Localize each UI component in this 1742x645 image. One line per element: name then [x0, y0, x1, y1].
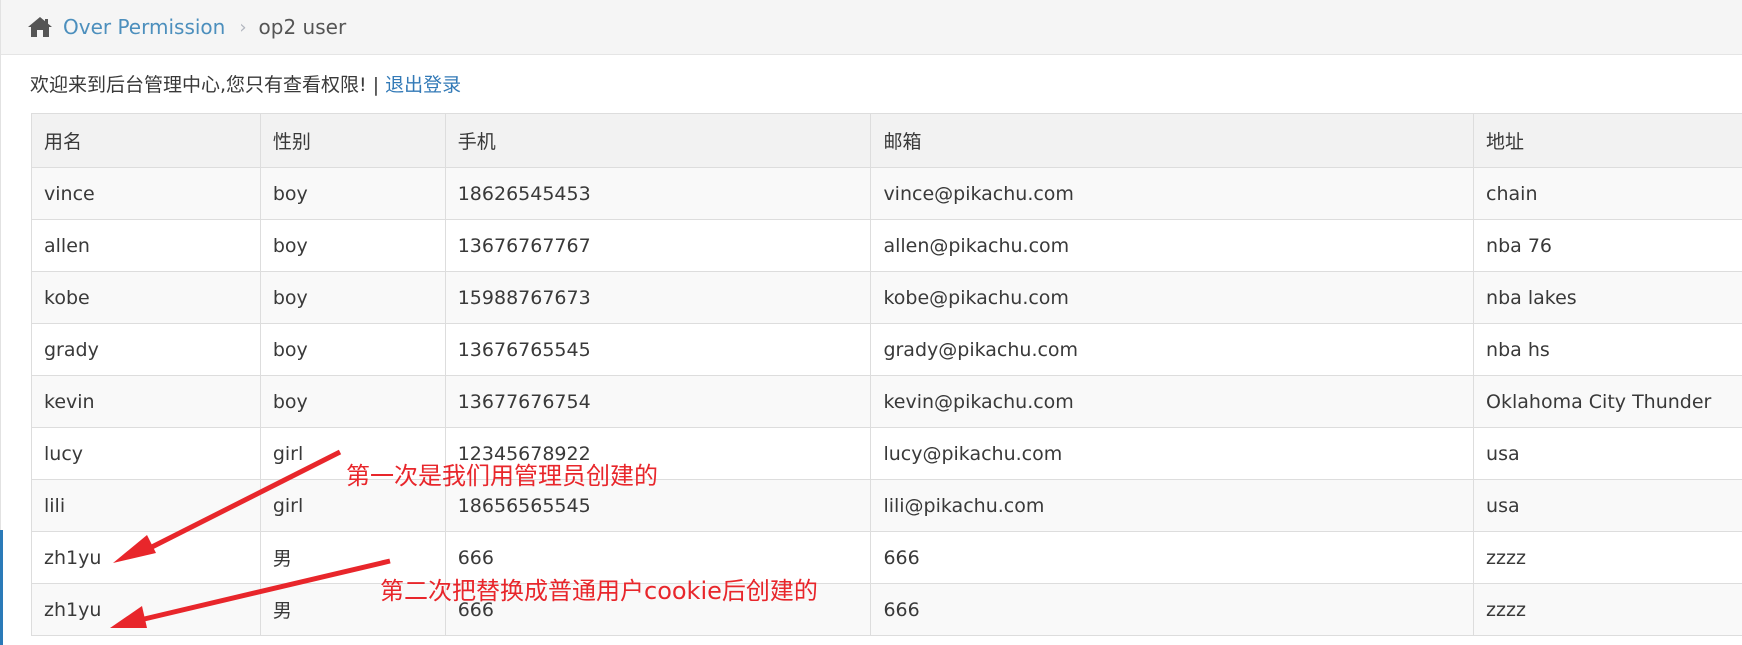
sidebar-active-indicator	[0, 530, 3, 645]
breadcrumb: Over Permission › op2 user	[1, 0, 1742, 55]
table-row: zh1yu 男 666 666 zzzz	[31, 583, 1742, 636]
cell-email: grady@pikachu.com	[870, 323, 1475, 376]
column-header-email: 邮箱	[870, 113, 1475, 168]
cell-email: lili@pikachu.com	[870, 479, 1475, 532]
cell-address: Oklahoma City Thunder	[1473, 375, 1742, 428]
chevron-right-icon: ›	[239, 16, 247, 38]
cell-address: nba lakes	[1473, 271, 1742, 324]
table-row: lucy girl 12345678922 lucy@pikachu.com u…	[31, 427, 1742, 480]
cell-phone: 666	[444, 531, 872, 584]
welcome-text: 欢迎来到后台管理中心,您只有查看权限! |	[30, 74, 386, 96]
cell-phone: 13676765545	[444, 323, 872, 376]
table-header-row: 用名 性别 手机 邮箱 地址	[31, 113, 1742, 168]
cell-username: lucy	[31, 427, 261, 480]
table-row: grady boy 13676765545 grady@pikachu.com …	[31, 323, 1742, 376]
breadcrumb-link-over-permission[interactable]: Over Permission	[63, 15, 225, 39]
cell-gender: boy	[259, 323, 446, 376]
cell-email: allen@pikachu.com	[870, 219, 1475, 272]
cell-username: vince	[31, 167, 261, 220]
cell-username: allen	[31, 219, 261, 272]
cell-phone: 15988767673	[444, 271, 872, 324]
column-header-phone: 手机	[444, 113, 872, 168]
home-icon[interactable]	[27, 15, 55, 39]
cell-phone: 13676767767	[444, 219, 872, 272]
cell-gender: 男	[259, 531, 446, 584]
users-table: 用名 性别 手机 邮箱 地址 vince boy 18626545453 vin…	[31, 113, 1742, 636]
cell-username: kevin	[31, 375, 261, 428]
cell-gender: 男	[259, 583, 446, 636]
cell-gender: girl	[259, 427, 446, 480]
cell-email: 666	[870, 531, 1475, 584]
cell-address: nba hs	[1473, 323, 1742, 376]
table-row: kevin boy 13677676754 kevin@pikachu.com …	[31, 375, 1742, 428]
cell-gender: boy	[259, 219, 446, 272]
cell-email: kobe@pikachu.com	[870, 271, 1475, 324]
welcome-message: 欢迎来到后台管理中心,您只有查看权限! | 退出登录	[30, 70, 461, 97]
cell-gender: girl	[259, 479, 446, 532]
column-header-username: 用名	[31, 113, 261, 168]
cell-address: zzzz	[1473, 583, 1742, 636]
cell-email: vince@pikachu.com	[870, 167, 1475, 220]
cell-email: lucy@pikachu.com	[870, 427, 1475, 480]
cell-address: zzzz	[1473, 531, 1742, 584]
table-row: vince boy 18626545453 vince@pikachu.com …	[31, 167, 1742, 220]
table-row: zh1yu 男 666 666 zzzz	[31, 531, 1742, 584]
cell-address: nba 76	[1473, 219, 1742, 272]
cell-username: grady	[31, 323, 261, 376]
cell-gender: boy	[259, 375, 446, 428]
cell-email: kevin@pikachu.com	[870, 375, 1475, 428]
cell-address: usa	[1473, 427, 1742, 480]
column-header-address: 地址	[1473, 113, 1742, 168]
table-row: kobe boy 15988767673 kobe@pikachu.com nb…	[31, 271, 1742, 324]
cell-phone: 18656565545	[444, 479, 872, 532]
cell-phone: 13677676754	[444, 375, 872, 428]
logout-link[interactable]: 退出登录	[385, 74, 461, 96]
column-header-gender: 性别	[259, 113, 446, 168]
table-row: allen boy 13676767767 allen@pikachu.com …	[31, 219, 1742, 272]
cell-email: 666	[870, 583, 1475, 636]
cell-address: chain	[1473, 167, 1742, 220]
cell-phone: 666	[444, 583, 872, 636]
cell-gender: boy	[259, 167, 446, 220]
cell-username: zh1yu	[31, 531, 261, 584]
cell-phone: 12345678922	[444, 427, 872, 480]
page: Over Permission › op2 user 欢迎来到后台管理中心,您只…	[0, 0, 1742, 645]
cell-gender: boy	[259, 271, 446, 324]
cell-address: usa	[1473, 479, 1742, 532]
cell-username: kobe	[31, 271, 261, 324]
cell-username: lili	[31, 479, 261, 532]
breadcrumb-current: op2 user	[258, 15, 347, 39]
table-row: lili girl 18656565545 lili@pikachu.com u…	[31, 479, 1742, 532]
cell-username: zh1yu	[31, 583, 261, 636]
cell-phone: 18626545453	[444, 167, 872, 220]
